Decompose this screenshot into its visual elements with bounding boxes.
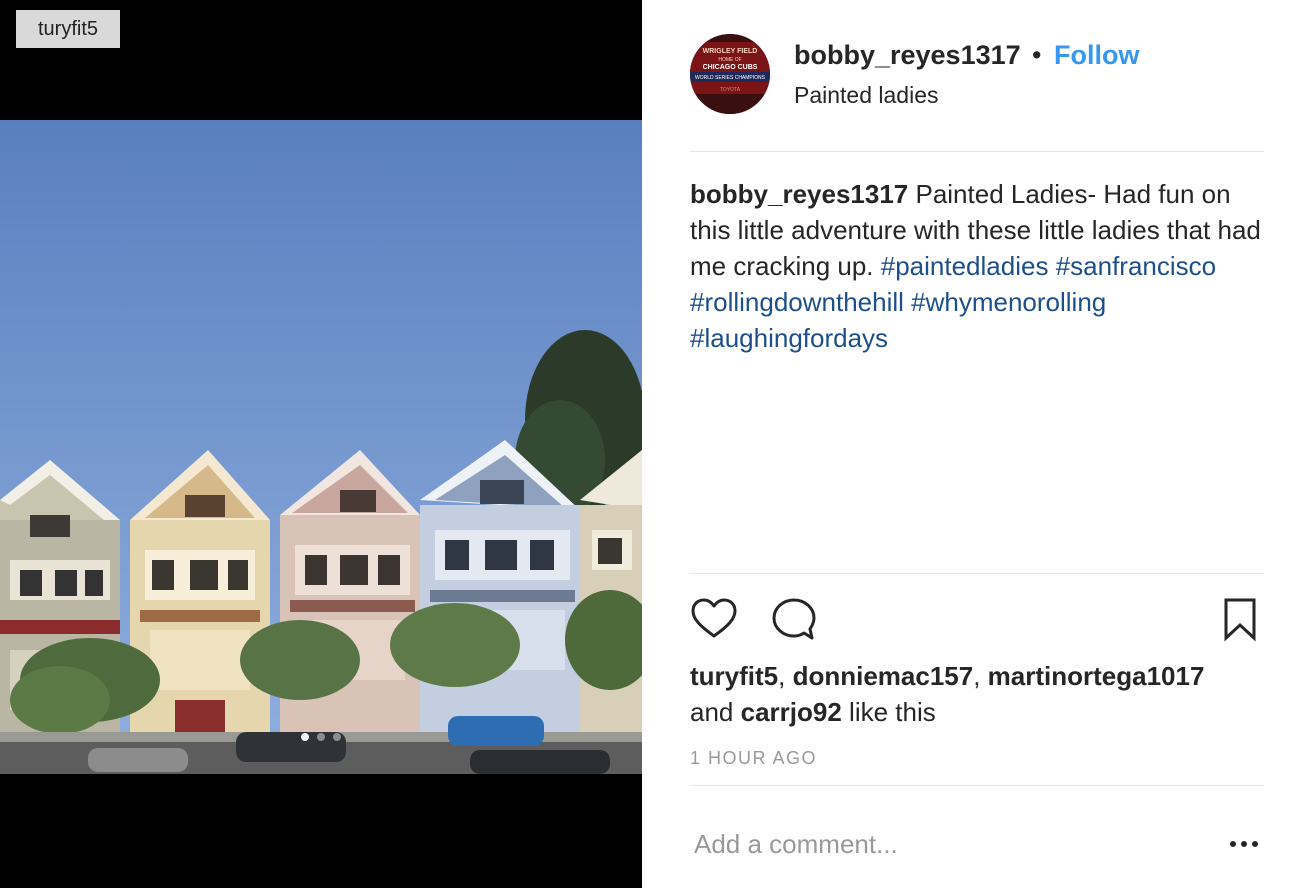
comment-input[interactable] [690,822,1210,866]
avatar-sponsor-text: TOYOTA [720,87,741,93]
liker-username[interactable]: donniemac157 [793,661,974,691]
avatar-top-text: WRIGLEY FIELD [703,48,758,55]
media-pane: turyfit5 [0,0,642,888]
comment-bubble-icon[interactable] [770,596,818,644]
header-separator: • [1032,40,1042,70]
likes-summary: turyfit5, donniemac157, martinortega1017… [690,661,1205,727]
actions-divider [690,573,1264,574]
avatar-bottom-text: WORLD SERIES CHAMPIONS [695,75,766,81]
heart-icon[interactable] [690,596,738,644]
carousel-dot[interactable] [317,733,325,741]
photo-tag-label[interactable]: turyfit5 [16,10,120,48]
post-author-username[interactable]: bobby_reyes1317 [794,40,1021,71]
carousel-dot[interactable] [333,733,341,741]
post-actions-bar [690,596,1264,644]
bookmark-icon[interactable] [1216,596,1264,644]
post-location[interactable]: Painted ladies [794,82,939,109]
liker-username[interactable]: turyfit5 [690,661,778,691]
avatar-image: WRIGLEY FIELD HOME OF CHICAGO CUBS WORLD… [690,34,770,114]
liker-username[interactable]: carrjo92 [741,697,842,727]
likes-and-text: and [690,697,734,727]
comment-divider [690,785,1264,786]
post-photo[interactable] [0,120,642,774]
post-caption: bobby_reyes1317 Painted Ladies- Had fun … [690,176,1264,356]
hashtag-link[interactable]: #laughingfordays [690,323,888,353]
post-details: WRIGLEY FIELD HOME OF CHICAGO CUBS WORLD… [642,0,1308,888]
hashtag-link[interactable]: #sanfrancisco [1056,251,1216,281]
caption-username[interactable]: bobby_reyes1317 [690,179,908,209]
likes-suffix: like this [849,697,936,727]
header-divider [690,151,1264,152]
avatar-mid-text: HOME OF [718,57,741,63]
follow-button[interactable]: Follow [1054,40,1139,71]
hashtag-link[interactable]: #whymenorolling [911,287,1106,317]
painted-ladies-photo [0,120,642,774]
avatar-brand-text: CHICAGO CUBS [703,64,758,71]
more-options-icon[interactable] [1228,832,1260,856]
carousel-dot-active[interactable] [301,733,309,741]
hashtag-link[interactable]: #paintedladies [881,251,1049,281]
avatar[interactable]: WRIGLEY FIELD HOME OF CHICAGO CUBS WORLD… [690,34,770,114]
hashtag-link[interactable]: #rollingdownthehill [690,287,904,317]
liker-username[interactable]: martinortega1017 [988,661,1205,691]
post-timestamp[interactable]: 1 HOUR AGO [690,748,817,769]
carousel-indicator [0,733,642,741]
